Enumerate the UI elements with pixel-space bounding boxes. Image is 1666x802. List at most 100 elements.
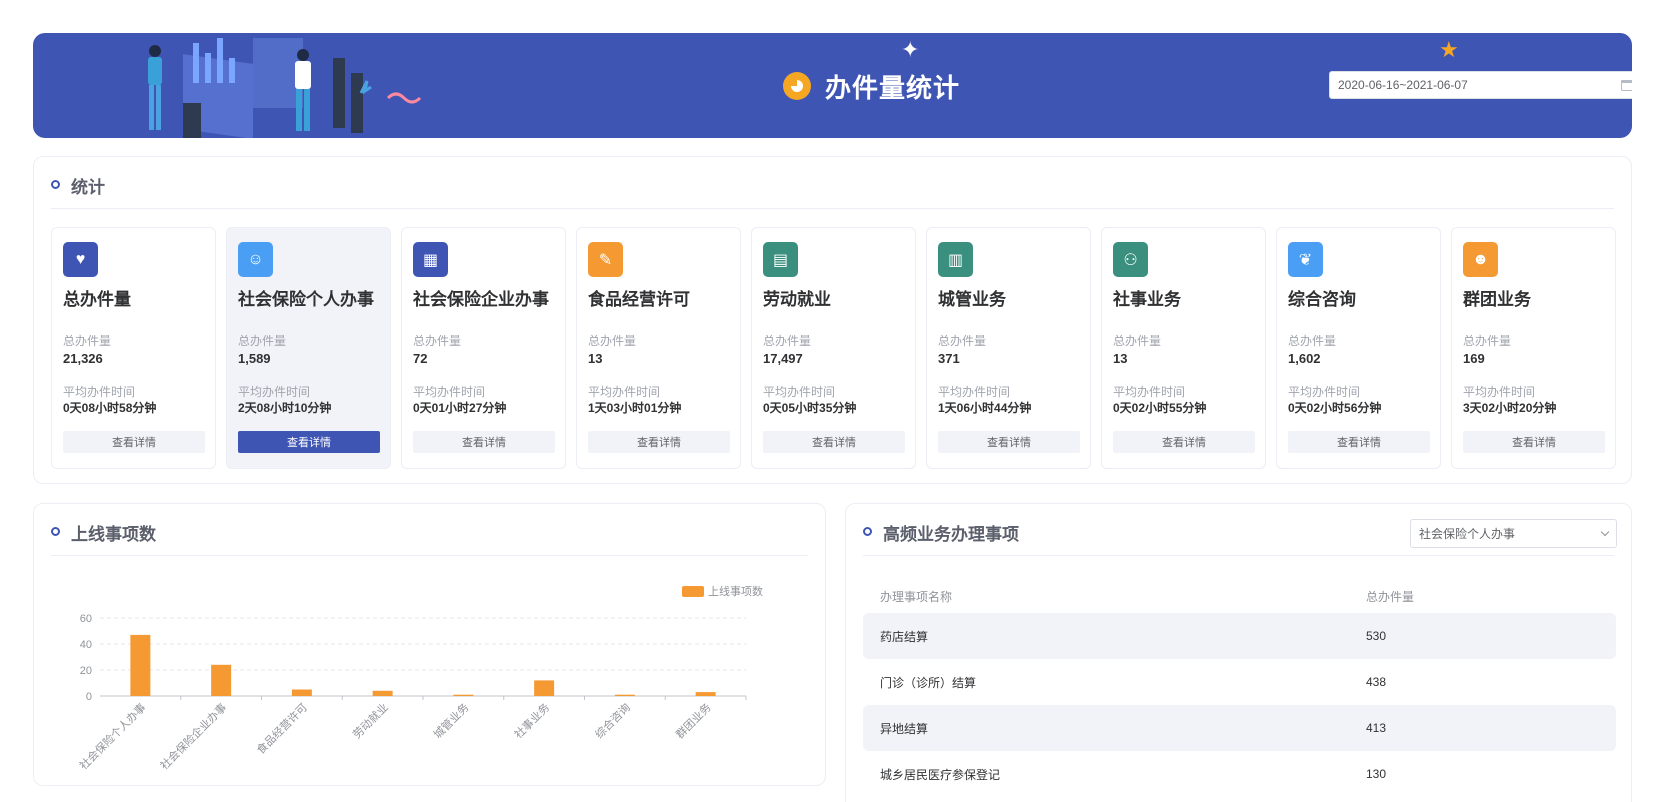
avg-time-label: 平均办件时间 — [1463, 385, 1536, 399]
avg-time-label: 平均办件时间 — [63, 385, 136, 399]
avg-time-label: 平均办件时间 — [588, 385, 661, 399]
count-label: 总办件量 — [1113, 334, 1162, 348]
header-banner: ✦ ★ 办件量统计 2020-06-16~2021-06-07 — [33, 33, 1632, 138]
count-label: 总办件量 — [588, 334, 637, 348]
table-row[interactable]: 城乡居民医疗参保登记 130 — [863, 751, 1616, 797]
count-label: 总办件量 — [238, 334, 287, 348]
bar — [372, 690, 393, 696]
stats-cards: ♥ 总办件量 总办件量 21,326 平均办件时间 0天08小时58分钟 查看详… — [51, 227, 1616, 469]
view-details-button[interactable]: 查看详情 — [63, 431, 205, 453]
table-row[interactable]: 异地结算 413 — [863, 705, 1616, 751]
count-value: 169 — [1463, 351, 1485, 366]
license-icon: ✎ — [588, 242, 623, 277]
stat-card: ⚇ 社事业务 总办件量 13 平均办件时间 0天02小时55分钟 查看详情 — [1101, 227, 1266, 469]
x-tick-label: 城管业务 — [430, 700, 471, 741]
calendar-icon — [1621, 79, 1632, 91]
item-count: 413 — [1366, 721, 1387, 735]
item-count: 130 — [1366, 767, 1387, 781]
avg-time-value: 3天02小时20分钟 — [1463, 401, 1557, 415]
x-tick-label: 社会保险个人办事 — [76, 700, 148, 772]
building-icon: ▦ — [413, 242, 448, 277]
view-details-button[interactable]: 查看详情 — [588, 431, 730, 453]
view-details-button[interactable]: 查看详情 — [1463, 431, 1605, 453]
x-tick-label: 社事业务 — [511, 700, 552, 741]
item-name: 药店结算 — [880, 629, 929, 644]
avg-time-label: 平均办件时间 — [938, 385, 1011, 399]
count-label: 总办件量 — [1288, 334, 1337, 348]
count-label: 总办件量 — [763, 334, 812, 348]
avg-time-value: 0天01小时27分钟 — [413, 401, 507, 415]
card-title: 总办件量 — [63, 290, 131, 309]
card-title: 社会保险个人办事 — [238, 290, 374, 309]
stat-card: ❦ 综合咨询 总办件量 1,602 平均办件时间 0天02小时56分钟 查看详情 — [1276, 227, 1441, 469]
x-tick-label: 社会保险企业办事 — [157, 700, 229, 772]
sparkle-icon: ✦ — [901, 37, 920, 62]
avg-time-label: 平均办件时间 — [1113, 385, 1186, 399]
card-title: 劳动就业 — [763, 290, 831, 309]
stat-card: ✎ 食品经营许可 总办件量 13 平均办件时间 1天03小时01分钟 查看详情 — [576, 227, 741, 469]
x-tick-label: 综合咨询 — [592, 700, 633, 741]
business-type-select[interactable]: 社会保险个人办事 — [1410, 519, 1617, 548]
stat-card: ▦ 社会保险企业办事 总办件量 72 平均办件时间 0天01小时27分钟 查看详… — [401, 227, 566, 469]
card-title: 城管业务 — [938, 290, 1006, 309]
legend-swatch[interactable] — [682, 586, 704, 597]
count-value: 371 — [938, 351, 960, 366]
avg-time-value: 1天03小时01分钟 — [588, 401, 682, 415]
column-header-count: 总办件量 — [1366, 589, 1415, 604]
date-range-value: 2020-06-16~2021-06-07 — [1338, 78, 1468, 92]
pie-chart-icon — [783, 72, 811, 100]
section-dot-icon — [51, 527, 60, 536]
table-header: 办理事项名称 总办件量 — [863, 579, 1616, 613]
bar — [291, 689, 312, 696]
view-details-button[interactable]: 查看详情 — [938, 431, 1080, 453]
count-value: 21,326 — [63, 351, 103, 366]
avg-time-value: 0天05小时35分钟 — [763, 401, 857, 415]
heart-icon: ♥ — [63, 242, 98, 277]
count-label: 总办件量 — [1463, 334, 1512, 348]
view-details-button[interactable]: 查看详情 — [1113, 431, 1255, 453]
bar — [534, 680, 555, 696]
banner-illustration — [148, 38, 422, 138]
count-label: 总办件量 — [413, 334, 462, 348]
stats-header: 统计 — [51, 173, 1614, 209]
bar — [695, 692, 716, 696]
date-range-picker[interactable]: 2020-06-16~2021-06-07 — [1329, 71, 1632, 99]
group-icon: ☻ — [1463, 242, 1498, 277]
x-tick-label: 食品经营许可 — [253, 700, 310, 757]
count-value: 72 — [413, 351, 428, 366]
y-tick-label: 60 — [80, 613, 92, 625]
y-tick-label: 20 — [80, 665, 92, 677]
card-title: 社会保险企业办事 — [413, 290, 549, 309]
y-tick-label: 40 — [80, 639, 92, 651]
view-details-button[interactable]: 查看详情 — [413, 431, 555, 453]
item-name: 门诊（诊所）结算 — [880, 675, 977, 690]
legend-label: 上线事项数 — [708, 584, 763, 598]
item-count: 438 — [1366, 675, 1387, 689]
table-row[interactable]: 药店结算 530 — [863, 613, 1616, 659]
document-icon: ▤ — [763, 242, 798, 277]
stat-card: ☻ 群团业务 总办件量 169 平均办件时间 3天02小时20分钟 查看详情 — [1451, 227, 1616, 469]
table-row[interactable]: 门诊（诊所）结算 438 — [863, 659, 1616, 705]
view-details-button[interactable]: 查看详情 — [238, 431, 380, 453]
item-count: 530 — [1366, 629, 1387, 643]
bar — [453, 694, 474, 696]
card-title: 综合咨询 — [1288, 290, 1356, 309]
chevron-down-icon — [1600, 527, 1610, 537]
view-details-button[interactable]: 查看详情 — [763, 431, 905, 453]
x-tick-label: 群团业务 — [673, 700, 714, 741]
count-label: 总办件量 — [63, 334, 112, 348]
item-name: 异地结算 — [880, 721, 929, 736]
page-title: 办件量统计 — [783, 69, 960, 103]
card-title: 食品经营许可 — [588, 290, 690, 309]
dashboard-page: ✦ ★ 办件量统计 2020-06-16~2021-06-07 统计 ♥ 总办件… — [0, 0, 1666, 802]
count-value: 1,589 — [238, 351, 271, 366]
high-frequency-panel: 高频业务办理事项 社会保险个人办事 办理事项名称 总办件量 药店结算 530 门诊… — [845, 503, 1632, 802]
avg-time-label: 平均办件时间 — [763, 385, 836, 399]
view-details-button[interactable]: 查看详情 — [1288, 431, 1430, 453]
bar — [211, 664, 232, 696]
column-header-name: 办理事项名称 — [880, 589, 953, 604]
business-type-value: 社会保险个人办事 — [1419, 527, 1516, 541]
high-frequency-table: 办理事项名称 总办件量 药店结算 530 门诊（诊所）结算 438 异地结算 413… — [863, 579, 1616, 797]
network-icon: ⚇ — [1113, 242, 1148, 277]
section-dot-icon — [51, 180, 60, 189]
